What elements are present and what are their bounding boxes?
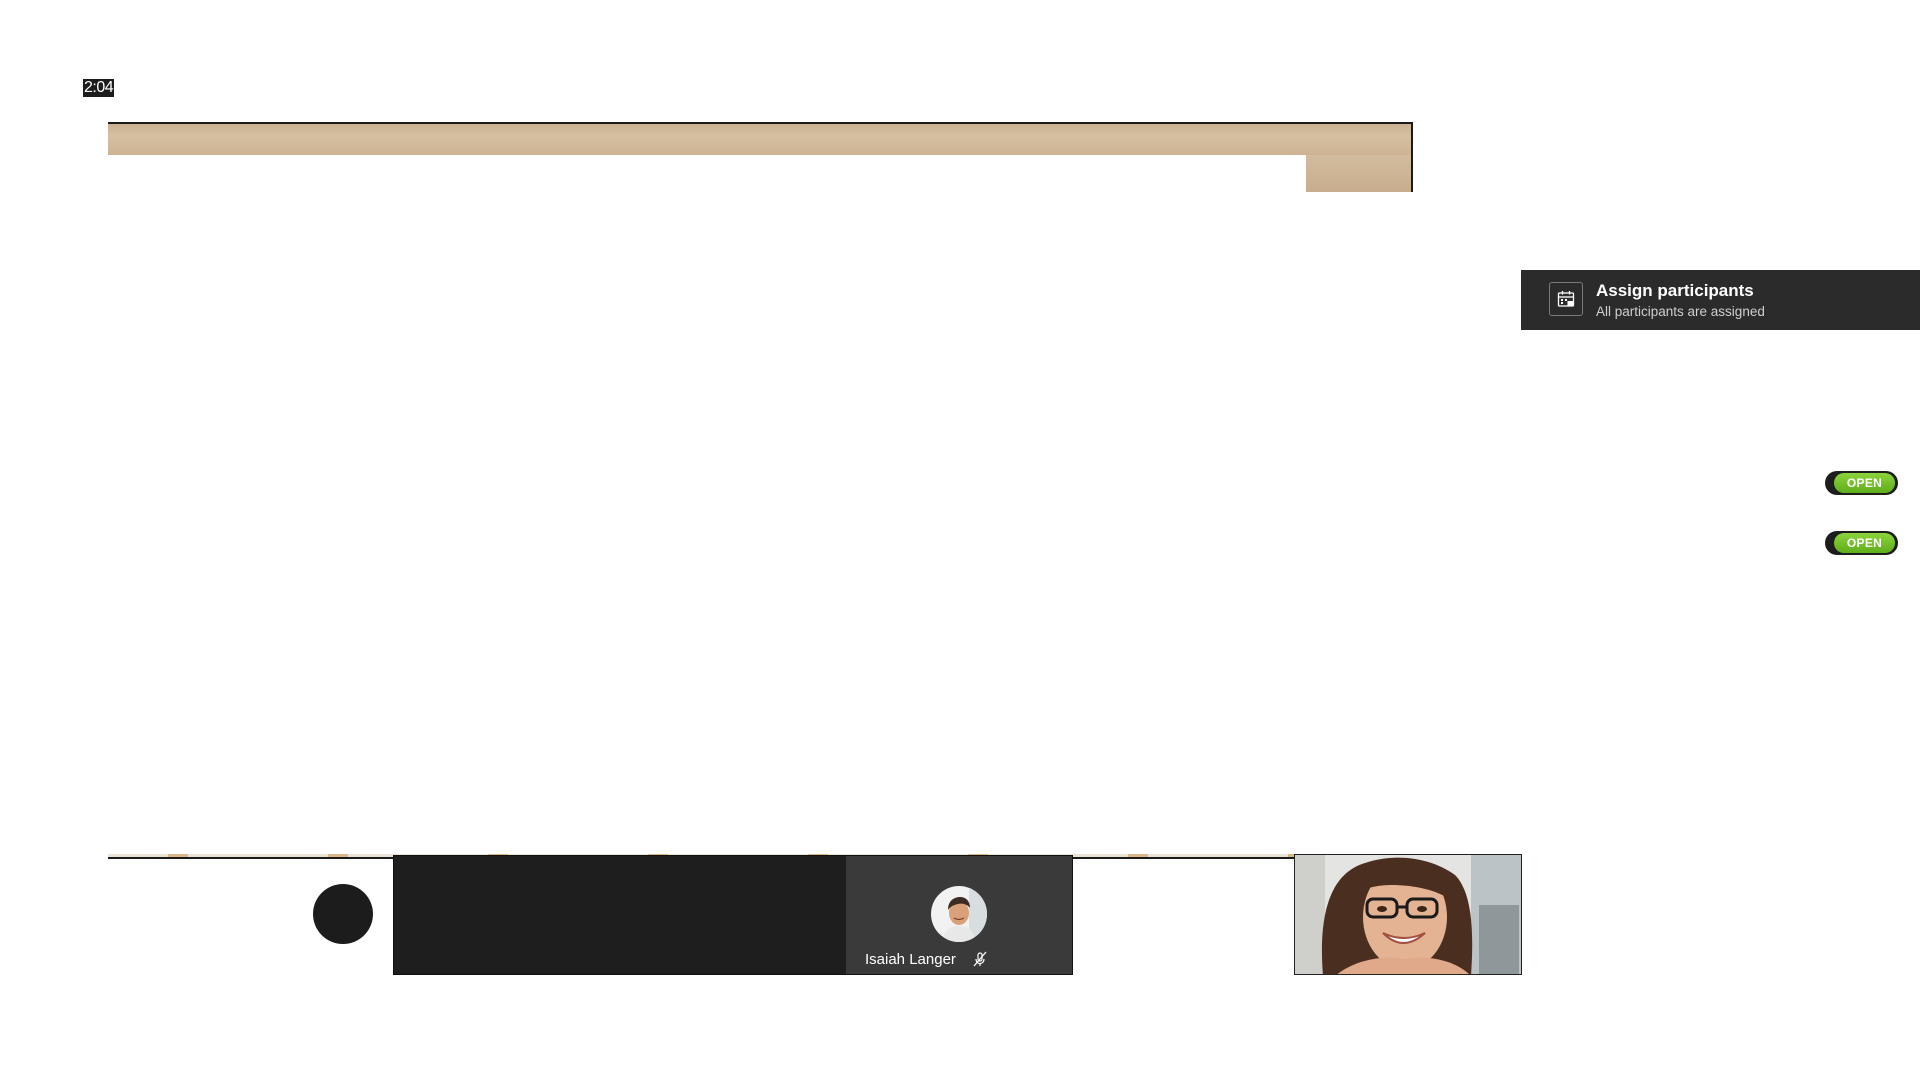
room-open-label-2: OPEN bbox=[1834, 533, 1895, 553]
session-timer: 2:04 bbox=[83, 79, 115, 97]
mic-off-icon bbox=[971, 950, 989, 968]
stage-top-edge bbox=[108, 122, 1412, 155]
stage-right-border bbox=[1411, 122, 1413, 192]
self-video-preview[interactable] bbox=[1294, 854, 1522, 975]
shared-stage bbox=[108, 122, 1413, 859]
room-open-toggle-2[interactable]: OPEN bbox=[1825, 531, 1898, 555]
assign-calendar-icon bbox=[1549, 282, 1583, 316]
stage-top-notch bbox=[1306, 155, 1412, 192]
assign-participants-status: All participants are assigned bbox=[1596, 304, 1765, 319]
participant-video-strip: Isaiah Langer bbox=[393, 855, 1073, 975]
video-control-button[interactable] bbox=[313, 884, 373, 944]
participant-tile[interactable]: Isaiah Langer bbox=[846, 856, 1072, 974]
assign-participants-panel[interactable]: Assign participants All participants are… bbox=[1521, 270, 1920, 330]
participant-name: Isaiah Langer bbox=[865, 951, 956, 968]
assign-participants-title: Assign participants bbox=[1596, 281, 1754, 300]
room-open-label-1: OPEN bbox=[1834, 473, 1895, 493]
avatar bbox=[931, 886, 987, 942]
room-open-toggle-1[interactable]: OPEN bbox=[1825, 471, 1898, 495]
